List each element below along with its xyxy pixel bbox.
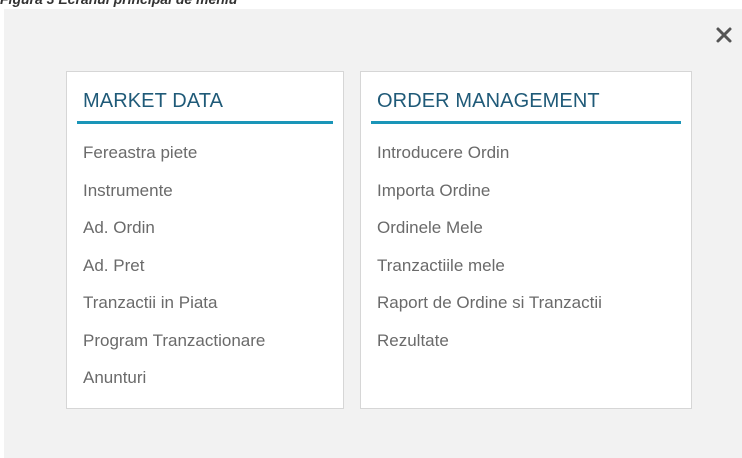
market-data-title: MARKET DATA — [77, 90, 333, 124]
close-button[interactable] — [712, 23, 736, 47]
menu-item-tranzactiile-mele[interactable]: Tranzactiile mele — [377, 247, 691, 285]
menu-item-fereastra-piete[interactable]: Fereastra piete — [83, 134, 343, 172]
menu-item-ad-pret[interactable]: Ad. Pret — [83, 247, 343, 285]
menu-item-importa-ordine[interactable]: Importa Ordine — [377, 172, 691, 210]
menu-item-raport-ordine-tranzactii[interactable]: Raport de Ordine si Tranzactii — [377, 284, 691, 322]
menu-item-instrumente[interactable]: Instrumente — [83, 172, 343, 210]
order-management-panel: ORDER MANAGEMENT Introducere Ordin Impor… — [360, 71, 692, 409]
market-data-panel: MARKET DATA Fereastra piete Instrumente … — [66, 71, 344, 409]
menu-item-tranzactii-in-piata[interactable]: Tranzactii in Piata — [83, 284, 343, 322]
order-management-menu: Introducere Ordin Importa Ordine Ordinel… — [361, 134, 691, 359]
order-management-title: ORDER MANAGEMENT — [371, 90, 681, 124]
close-icon — [716, 27, 732, 43]
menu-item-anunturi[interactable]: Anunturi — [83, 359, 343, 397]
menu-item-ordinele-mele[interactable]: Ordinele Mele — [377, 209, 691, 247]
menu-item-introducere-ordin[interactable]: Introducere Ordin — [377, 134, 691, 172]
menu-item-program-tranzactionare[interactable]: Program Tranzactionare — [83, 322, 343, 360]
figure-caption: Figura 3 Ecranul principal de meniu — [0, 0, 237, 9]
menu-item-ad-ordin[interactable]: Ad. Ordin — [83, 209, 343, 247]
market-data-menu: Fereastra piete Instrumente Ad. Ordin Ad… — [67, 134, 343, 397]
menu-overlay: MARKET DATA Fereastra piete Instrumente … — [4, 9, 742, 458]
menu-item-rezultate[interactable]: Rezultate — [377, 322, 691, 360]
